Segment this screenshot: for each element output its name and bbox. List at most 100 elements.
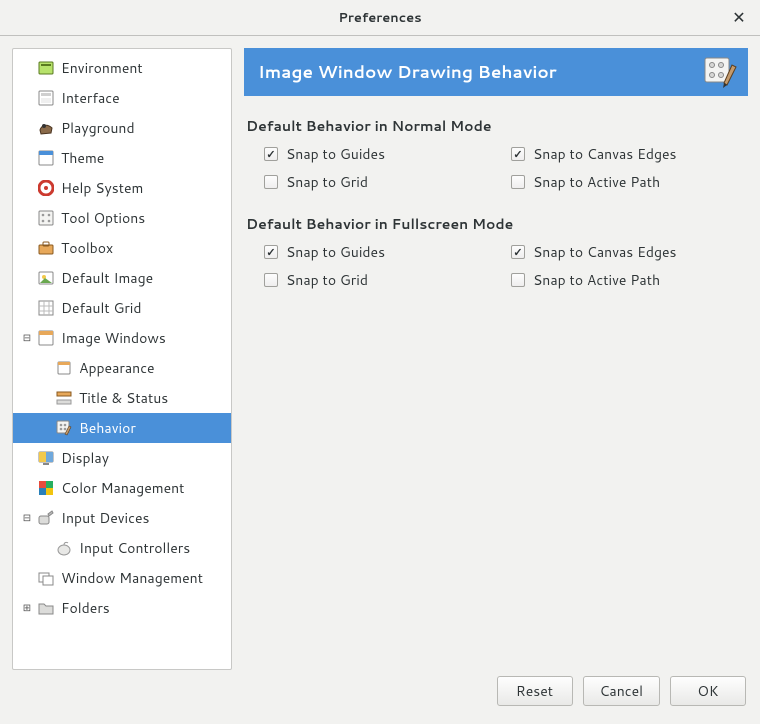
snap-path-fullscreen[interactable]: Snap to Active Path bbox=[511, 270, 748, 290]
snap-path-label: Snap to Active Path bbox=[533, 172, 660, 192]
collapse-icon[interactable]: ⊟ bbox=[19, 510, 35, 526]
tree-item-label: Display bbox=[61, 448, 109, 468]
appearance-icon bbox=[55, 359, 73, 377]
tree-item-help-system[interactable]: Help System bbox=[13, 173, 231, 203]
checkbox-icon bbox=[264, 175, 278, 189]
close-button[interactable]: ✕ bbox=[728, 6, 750, 28]
snap-path-normal[interactable]: Snap to Active Path bbox=[511, 172, 748, 192]
snap-grid-label: Snap to Grid bbox=[286, 270, 368, 290]
reset-label: Reset bbox=[516, 681, 553, 701]
tree-item-window-management[interactable]: Window Management bbox=[13, 563, 231, 593]
tree-item-label: Behavior bbox=[79, 418, 136, 438]
tree-item-input-devices[interactable]: ⊟ Input Devices bbox=[13, 503, 231, 533]
dialog-buttons: Reset Cancel OK bbox=[0, 670, 760, 724]
tree-item-default-grid[interactable]: Default Grid bbox=[13, 293, 231, 323]
behavior-icon bbox=[55, 419, 73, 437]
tree-item-label: Playground bbox=[61, 118, 135, 138]
checkbox-icon bbox=[264, 273, 278, 287]
tree-item-default-image[interactable]: Default Image bbox=[13, 263, 231, 293]
interface-icon bbox=[37, 89, 55, 107]
image-windows-icon bbox=[37, 329, 55, 347]
fullscreen-mode-options: Snap to Guides Snap to Canvas Edges Snap… bbox=[264, 242, 748, 290]
settings-panel: Image Window Drawing Behavior Default Be… bbox=[244, 48, 748, 670]
tree-item-input-controllers[interactable]: Input Controllers bbox=[13, 533, 231, 563]
preferences-dialog: Preferences ✕ Environment Interface Playgr… bbox=[0, 0, 760, 724]
snap-guides-label: Snap to Guides bbox=[286, 144, 385, 164]
panel-title: Image Window Drawing Behavior bbox=[258, 60, 557, 84]
reset-button[interactable]: Reset bbox=[497, 676, 573, 706]
tree-item-title-status[interactable]: Title & Status bbox=[13, 383, 231, 413]
default-image-icon bbox=[37, 269, 55, 287]
section-title-fullscreen: Default Behavior in Fullscreen Mode bbox=[246, 214, 748, 234]
help-icon bbox=[37, 179, 55, 197]
tree-item-color-management[interactable]: Color Management bbox=[13, 473, 231, 503]
tree-item-environment[interactable]: Environment bbox=[13, 53, 231, 83]
snap-guides-normal[interactable]: Snap to Guides bbox=[264, 144, 501, 164]
default-grid-icon bbox=[37, 299, 55, 317]
toolbox-icon bbox=[37, 239, 55, 257]
ok-button[interactable]: OK bbox=[670, 676, 746, 706]
tree-item-label: Default Grid bbox=[61, 298, 142, 318]
folders-icon bbox=[37, 599, 55, 617]
title-status-icon bbox=[55, 389, 73, 407]
category-tree[interactable]: Environment Interface Playground Theme Help … bbox=[12, 48, 232, 670]
snap-guides-fullscreen[interactable]: Snap to Guides bbox=[264, 242, 501, 262]
tree-item-label: Environment bbox=[61, 58, 143, 78]
section-title-normal: Default Behavior in Normal Mode bbox=[246, 116, 748, 136]
snap-grid-normal[interactable]: Snap to Grid bbox=[264, 172, 501, 192]
ok-label: OK bbox=[697, 681, 718, 701]
tree-item-folders[interactable]: ⊞ Folders bbox=[13, 593, 231, 623]
tree-item-label: Theme bbox=[61, 148, 104, 168]
tree-item-label: Window Management bbox=[61, 568, 203, 588]
checkbox-icon bbox=[264, 147, 278, 161]
snap-edges-label: Snap to Canvas Edges bbox=[533, 242, 676, 262]
checkbox-icon bbox=[511, 273, 525, 287]
display-icon bbox=[37, 449, 55, 467]
titlebar: Preferences ✕ bbox=[0, 0, 760, 36]
tree-item-appearance[interactable]: Appearance bbox=[13, 353, 231, 383]
color-mgmt-icon bbox=[37, 479, 55, 497]
window-title: Preferences bbox=[338, 9, 421, 27]
snap-path-label: Snap to Active Path bbox=[533, 270, 660, 290]
cancel-button[interactable]: Cancel bbox=[583, 676, 661, 706]
input-ctrl-icon bbox=[55, 539, 73, 557]
playground-icon bbox=[37, 119, 55, 137]
input-devices-icon bbox=[37, 509, 55, 527]
checkbox-icon bbox=[511, 175, 525, 189]
snap-grid-fullscreen[interactable]: Snap to Grid bbox=[264, 270, 501, 290]
checkbox-icon bbox=[511, 147, 525, 161]
normal-mode-options: Snap to Guides Snap to Canvas Edges Snap… bbox=[264, 144, 748, 192]
cancel-label: Cancel bbox=[600, 681, 644, 701]
panel-header: Image Window Drawing Behavior bbox=[244, 48, 748, 96]
tree-item-label: Title & Status bbox=[79, 388, 168, 408]
tree-item-label: Input Devices bbox=[61, 508, 149, 528]
tree-item-label: Folders bbox=[61, 598, 110, 618]
behavior-header-icon bbox=[704, 55, 738, 89]
tree-item-behavior[interactable]: Behavior bbox=[13, 413, 231, 443]
environment-icon bbox=[37, 59, 55, 77]
tree-item-theme[interactable]: Theme bbox=[13, 143, 231, 173]
snap-edges-normal[interactable]: Snap to Canvas Edges bbox=[511, 144, 748, 164]
tree-item-tool-options[interactable]: Tool Options bbox=[13, 203, 231, 233]
tree-item-label: Input Controllers bbox=[79, 538, 190, 558]
checkbox-icon bbox=[264, 245, 278, 259]
close-icon: ✕ bbox=[732, 6, 745, 29]
expand-icon[interactable]: ⊞ bbox=[19, 600, 35, 616]
snap-edges-label: Snap to Canvas Edges bbox=[533, 144, 676, 164]
tree-item-playground[interactable]: Playground bbox=[13, 113, 231, 143]
tree-item-toolbox[interactable]: Toolbox bbox=[13, 233, 231, 263]
tree-item-interface[interactable]: Interface bbox=[13, 83, 231, 113]
content-area: Environment Interface Playground Theme Help … bbox=[0, 36, 760, 670]
snap-edges-fullscreen[interactable]: Snap to Canvas Edges bbox=[511, 242, 748, 262]
collapse-icon[interactable]: ⊟ bbox=[19, 330, 35, 346]
tree-item-image-windows[interactable]: ⊟Image Windows bbox=[13, 323, 231, 353]
tree-item-display[interactable]: Display bbox=[13, 443, 231, 473]
tree-item-label: Interface bbox=[61, 88, 120, 108]
theme-icon bbox=[37, 149, 55, 167]
tool-options-icon bbox=[37, 209, 55, 227]
snap-grid-label: Snap to Grid bbox=[286, 172, 368, 192]
tree-item-label: Toolbox bbox=[61, 238, 113, 258]
snap-guides-label: Snap to Guides bbox=[286, 242, 385, 262]
tree-item-label: Appearance bbox=[79, 358, 155, 378]
checkbox-icon bbox=[511, 245, 525, 259]
